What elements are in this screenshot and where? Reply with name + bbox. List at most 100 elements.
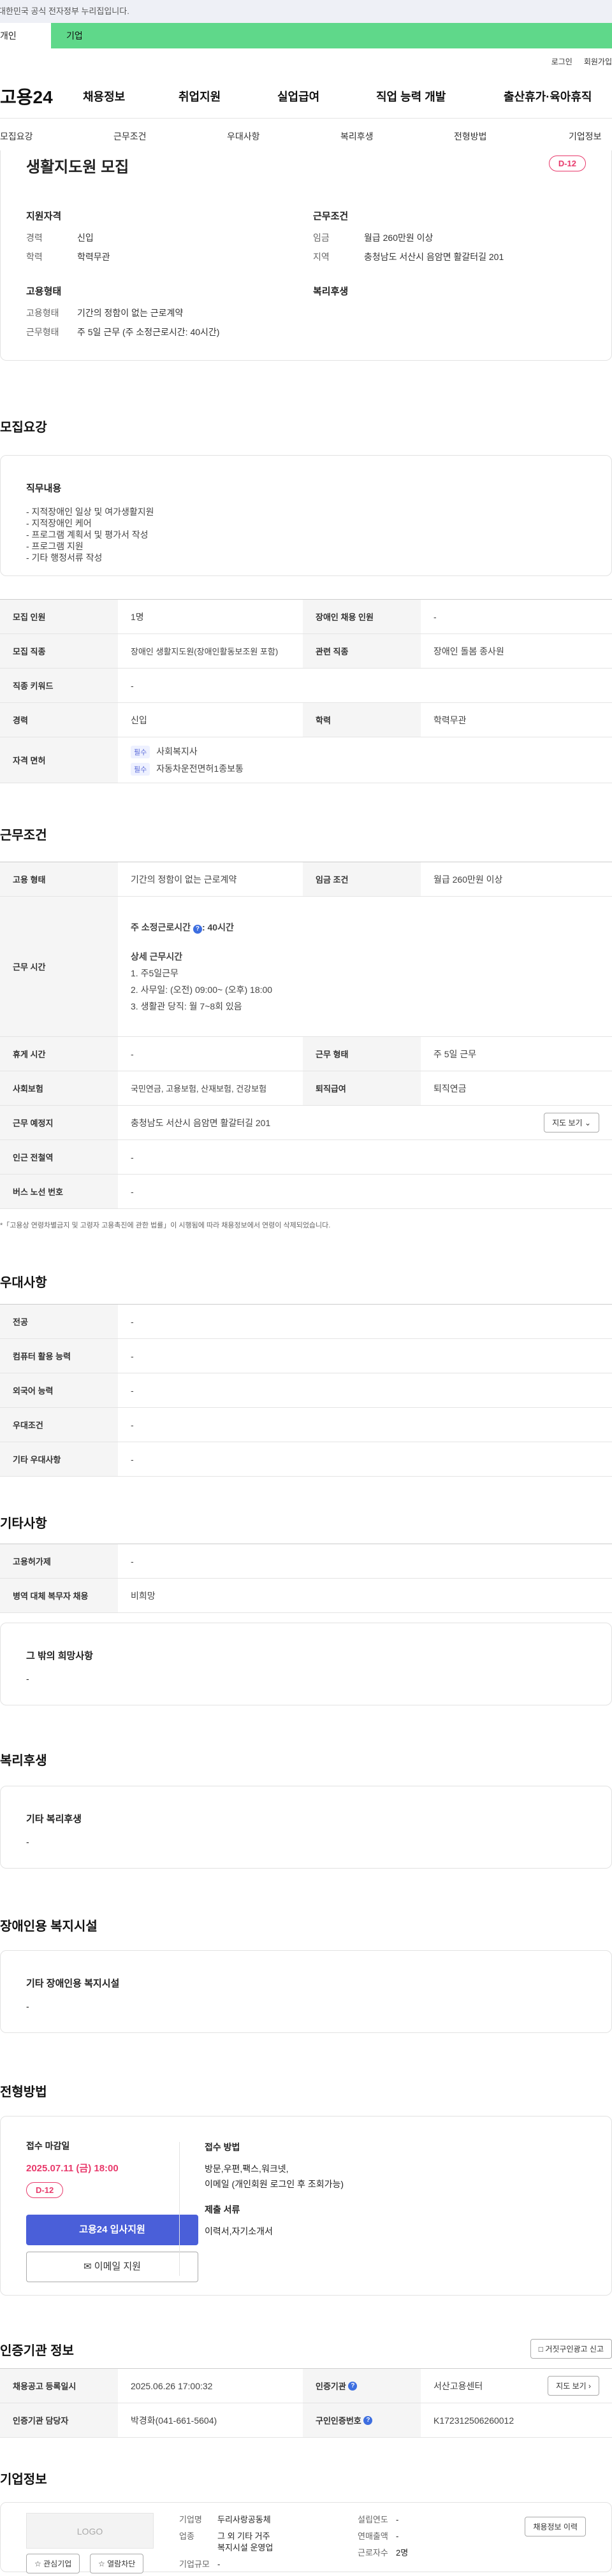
help-icon[interactable]: ? (193, 924, 202, 934)
hours-key: 근무 시간 (0, 897, 118, 1036)
detail-line: 1. 주5일근무 (131, 967, 178, 978)
duty-heading: 직무내용 (26, 483, 62, 494)
tab-personal-label: 개인 (0, 31, 17, 41)
duty-box: 직무내용 - 지적장애인 일상 및 여가생활지원 - 지적장애인 케어 - 프로… (0, 455, 612, 576)
email-apply-label: 이메일 지원 (94, 2261, 141, 2272)
welfare-sub: 기타 복리후생 (26, 1814, 82, 1825)
gnb-item-employment-support[interactable]: 취업지원 (178, 88, 277, 105)
etc-table: 고용허가제 - 병역 대체 복무자 채용 비희망 (0, 1544, 612, 1613)
manager-key: 인증기관 담당자 (0, 2403, 118, 2437)
license-key: 자격 면허 (0, 737, 118, 783)
name-key: 기업명 (179, 2515, 202, 2524)
employment-heading: 고용형태 (26, 286, 62, 297)
mail-icon: ✉ (84, 2261, 92, 2272)
org-value: 서산고용센터 (433, 2380, 483, 2391)
chevron-right-icon: › (588, 2382, 591, 2391)
bus-key: 버스 노선 번호 (0, 1175, 118, 1208)
wage-value: 월급 260만원 이상 (364, 233, 433, 243)
subnav-recruit[interactable]: 모집요강 (0, 130, 33, 143)
station-value: - (131, 1152, 134, 1162)
subnav-welfare[interactable]: 복리후생 (340, 130, 374, 143)
login-link[interactable]: 로그인 (551, 56, 572, 67)
edu-value: 학력무관 (77, 252, 110, 262)
apply-button[interactable]: 고용24 입사지원 (26, 2215, 198, 2245)
est-key: 설립연도 (358, 2515, 388, 2524)
disabled-value: - (433, 611, 437, 622)
help-icon[interactable]: ? (348, 2381, 358, 2391)
size-key: 기업규모 (179, 2559, 210, 2569)
report-button-label: 거짓구인광고 신고 (545, 2345, 604, 2354)
favorite-label: 관심기업 (43, 2559, 72, 2568)
favorite-button[interactable]: ☆ 관심기업 (26, 2554, 80, 2573)
job-value: 장애인 생활지도원(장애인활동보조원 포함) (131, 647, 279, 656)
map-button-label: 지도 보기 (552, 1118, 583, 1127)
emp-type-value: 기간의 정함이 없는 근로계약 (77, 308, 184, 318)
shift-key: 근무 형태 (303, 1037, 421, 1071)
pref-key: 전공 (0, 1305, 118, 1338)
signup-link[interactable]: 회원가입 (584, 56, 612, 67)
hours-title: 주 소정근로시간 (131, 922, 191, 932)
org-map-button[interactable]: 지도 보기 › (548, 2376, 599, 2396)
docs-key: 제출 서류 (205, 2204, 240, 2215)
work-table: 고용 형태 기간의 정함이 없는 근로계약 임금 조건 월급 260만원 이상 … (0, 862, 612, 1209)
hours-value: : 40시간 (201, 922, 234, 932)
detail-title: 상세 근무시간 (131, 951, 183, 962)
block-button[interactable]: ☆ 열람차단 (90, 2554, 144, 2573)
auth-no-value: K172312506260012 (433, 2415, 514, 2426)
edu-value: 학력무관 (433, 714, 467, 725)
section-nav: 모집요강 근무조건 우대사항 복리후생 전형방법 기업정보 (0, 119, 612, 152)
detail-line: 3. 생활관 당직: 월 7~8회 있음 (131, 1001, 242, 1011)
rest-value: - (131, 1048, 134, 1059)
global-nav: 고용24 채용정보 취업지원 실업급여 직업 능력 개발 출산휴가·육아휴직 (0, 74, 612, 119)
gnb-item-unemployment[interactable]: 실업급여 (277, 88, 376, 105)
gnb-item-leave[interactable]: 출산휴가·육아휴직 (504, 88, 592, 105)
employment-group: 고용형태 고용형태 기간의 정함이 없는 근로계약 근무형태 주 5일 근무 (주 … (26, 284, 219, 345)
pref-value: - (131, 1454, 134, 1465)
map-button[interactable]: 지도 보기 ⌄ (544, 1113, 599, 1132)
report-button[interactable]: □ 거짓구인광고 신고 (530, 2339, 612, 2359)
detail-line: 2. 사무일: (오전) 09:00~ (오후) 18:00 (131, 984, 273, 995)
help-icon[interactable]: ? (363, 2415, 373, 2425)
subnav-selection[interactable]: 전형방법 (454, 130, 487, 143)
selection-title: 전형방법 (0, 2085, 47, 2099)
facility-sub: 기타 장애인용 복지시설 (26, 1978, 120, 1989)
gnb-menu: 채용정보 취업지원 실업급여 직업 능력 개발 출산휴가·육아휴직 (83, 88, 592, 105)
duty-item: - 지적장애인 케어 (26, 518, 92, 528)
company-info-1: 기업명 두리사랑공동체 업종 그 외 기타 거주 복지시설 운영업 기업규모 - (179, 2514, 273, 2570)
org-key-label: 인증기관 (316, 2382, 346, 2391)
docs-value: 이력서,자기소개서 (205, 2226, 273, 2236)
shift-value: 주 5일 근무 (433, 1048, 477, 1059)
count-key: 모집 인원 (0, 600, 118, 633)
method-value-1: 방문,우편,팩스,워크넷, (205, 2164, 289, 2174)
subnav-work[interactable]: 근무조건 (113, 130, 147, 143)
block-label: 열람차단 (107, 2559, 136, 2568)
history-button[interactable]: 채용정보 이력 (525, 2517, 586, 2536)
wage-key: 임금 (313, 233, 330, 243)
tab-personal[interactable]: 개인 (0, 23, 51, 48)
duty-item: - 기타 행정서류 작성 (26, 553, 103, 563)
pref-key: 기타 우대사항 (0, 1442, 118, 1476)
hours-detail: 주 소정근로시간 ?: 40시간 상세 근무시간 1. 주5일근무 2. 사무일… (118, 897, 612, 1036)
pref-title: 우대사항 (0, 1276, 47, 1290)
report-icon: □ (538, 2345, 543, 2354)
gnb-item-jobs[interactable]: 채용정보 (83, 88, 178, 105)
site-logo[interactable]: 고용24 (0, 83, 83, 109)
tab-company-label: 기업 (66, 31, 83, 41)
sales-key: 연매출액 (358, 2531, 388, 2541)
subnav-company[interactable]: 기업정보 (569, 130, 602, 143)
manager-value: 박경화(041-661-5604) (131, 2415, 217, 2426)
gnb-item-training[interactable]: 직업 능력 개발 (376, 88, 504, 105)
company-title: 기업정보 (0, 2473, 47, 2487)
career-value: 신입 (77, 233, 94, 243)
shift-key: 근무형태 (26, 327, 59, 337)
tab-company[interactable]: 기업 (51, 23, 83, 48)
reg-value: 2025.06.26 17:00:32 (131, 2380, 213, 2391)
email-apply-button[interactable]: ✉ 이메일 지원 (26, 2252, 198, 2282)
company-box: LOGO ☆ 관심기업 ☆ 열람차단 기업명 두리사랑공동체 업종 그 외 기타 거… (0, 2502, 612, 2573)
auth-no-label: 구인인증번호 (316, 2416, 361, 2426)
duty-item: - 지적장애인 일상 및 여가생활지원 (26, 507, 154, 517)
subnav-pref[interactable]: 우대사항 (227, 130, 260, 143)
auth-title: 인증기관 정보 (0, 2344, 74, 2358)
summary-card: 생활지도원 모집 D-12 지원자격 경력 신입 학력 학력무관 근무조건 임금 월급… (0, 150, 612, 361)
org-cell: 서산고용센터 지도 보기 › (421, 2369, 612, 2403)
